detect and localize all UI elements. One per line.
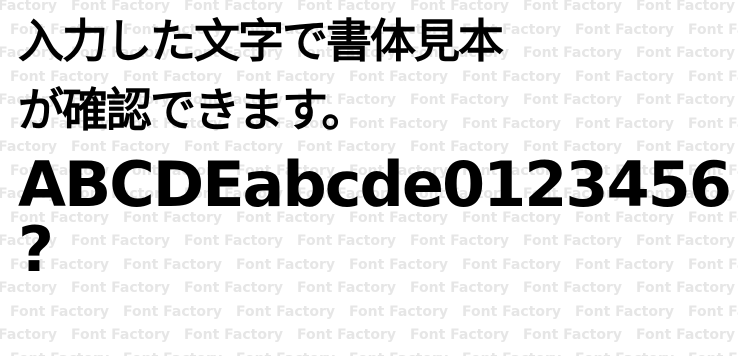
font-sample-text: 入力した文字で書体見本 が確認できます。 ABCDEabcde0123456 ? (18, 6, 738, 280)
watermark-row: Font Factory Font Factory Font Factory Font… (0, 280, 738, 296)
sample-line-4: ? (18, 220, 54, 280)
font-sample-canvas: Font FactoryFont FactoryFont FactoryFont… (0, 0, 738, 356)
watermark-text: Font Factory (349, 303, 448, 320)
watermark-text: Font Factory (462, 303, 561, 320)
watermark-text: Font Factory (523, 280, 622, 296)
watermark-text: Font Factory (236, 351, 349, 356)
sample-line-2: が確認できます。 (18, 83, 367, 137)
watermark-text: Font Factory (636, 327, 735, 343)
watermark-text: Font Factory (71, 280, 170, 296)
watermark-text: Font Factory (523, 327, 622, 343)
watermark-text: Font Factory (410, 327, 509, 343)
watermark-text: Font Factory (123, 303, 222, 320)
watermark-text: Font Factory (0, 327, 57, 343)
watermark-text: Font Factory (575, 303, 674, 320)
watermark-row: Font Factory Font Factory Font Factory Font… (0, 327, 738, 343)
watermark-row: Font FactoryFont FactoryFont FactoryFont… (10, 351, 738, 356)
sample-line-1: 入力した文字で書体見本 (18, 14, 504, 68)
watermark-text: Font Factory (688, 303, 738, 320)
watermark-text: Font Factory (410, 280, 509, 296)
watermark-text: Font Factory (636, 280, 735, 296)
watermark-text: Font Factory (10, 303, 109, 320)
watermark-text: Font Factory (462, 351, 575, 356)
watermark-text: Font Factory (236, 303, 335, 320)
watermark-text: Font Factory (575, 351, 688, 356)
watermark-text: Font Factory (184, 280, 283, 296)
watermark-text: Font Factory (0, 280, 57, 296)
watermark-text: Font Factory (10, 351, 123, 356)
watermark-text: Font Factory (688, 351, 738, 356)
watermark-row: Font Factory Font Factory Font Factory Font… (10, 304, 738, 320)
watermark-text: Font Factory (184, 327, 283, 343)
watermark-text: Font Factory (71, 327, 170, 343)
watermark-text: Font Factory (297, 280, 396, 296)
sample-line-3: ABCDEabcde0123456 (18, 150, 732, 220)
watermark-text: Font Factory (123, 351, 236, 356)
watermark-text: Font Factory (349, 351, 462, 356)
watermark-text: Font Factory (297, 327, 396, 343)
